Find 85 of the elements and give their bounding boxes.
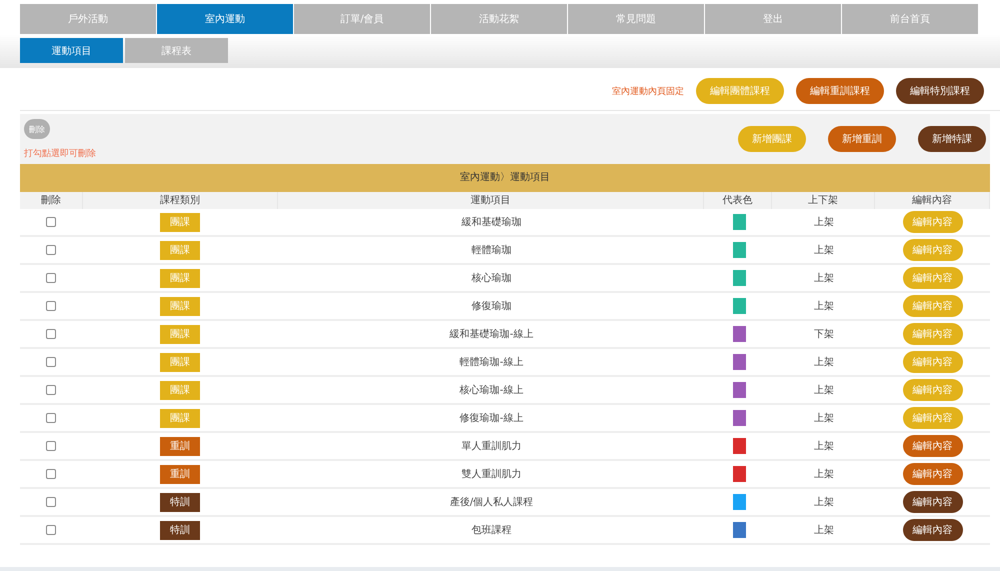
edit-content-button[interactable]: 編輯內容 — [902, 519, 962, 541]
column-header: 運動項目 — [278, 192, 704, 209]
checkbox[interactable] — [46, 525, 56, 535]
checkbox[interactable] — [46, 301, 56, 311]
table-cell-text: 上架 — [814, 524, 834, 537]
category-tag: 重訓 — [160, 436, 200, 456]
nav-tab[interactable]: 訂單/會員 — [294, 4, 430, 34]
edit-content-button[interactable]: 編輯內容 — [902, 239, 962, 261]
checkbox[interactable] — [46, 469, 56, 479]
sub-tab[interactable]: 課程表 — [125, 38, 228, 63]
category-tag: 團課 — [160, 408, 200, 428]
table-cell-text: 包班課程 — [472, 524, 512, 537]
table-cell-text: 上架 — [814, 272, 834, 285]
category-tag: 團課 — [160, 212, 200, 232]
delete-button[interactable]: 刪除 — [24, 119, 50, 139]
table-cell-text: 輕體瑜珈-線上 — [460, 356, 524, 369]
checkbox[interactable] — [46, 357, 56, 367]
edit-content-button[interactable]: 編輯內容 — [902, 435, 962, 457]
table-cell-text: 緩和基礎瑜珈 — [462, 216, 522, 229]
column-header: 課程類別 — [82, 192, 278, 209]
edit-content-button[interactable]: 編輯內容 — [902, 491, 962, 513]
table-cell-text: 上架 — [814, 440, 834, 453]
table-cell-text: 上架 — [814, 412, 834, 425]
table-cell-text: 上架 — [814, 356, 834, 369]
table-cell-text: 核心瑜珈 — [472, 272, 512, 285]
table-cell-text: 上架 — [814, 244, 834, 257]
category-tag: 團課 — [160, 352, 200, 372]
nav-tab[interactable]: 常見問題 — [568, 4, 704, 34]
checkbox[interactable] — [46, 245, 56, 255]
category-tag: 團課 — [160, 240, 200, 260]
category-tag: 團課 — [160, 324, 200, 344]
edit-content-button[interactable]: 編輯內容 — [902, 463, 962, 485]
category-tag: 團課 — [160, 380, 200, 400]
edit-courses-button[interactable]: 編輯團體課程 — [696, 78, 784, 104]
nav-tab[interactable]: 登出 — [705, 4, 841, 34]
table-cell-text: 核心瑜珈-線上 — [460, 384, 524, 397]
table-cell-text: 雙人重訓肌力 — [462, 468, 522, 481]
table-cell-text: 上架 — [814, 300, 834, 313]
nav-tab[interactable]: 前台首頁 — [842, 4, 978, 34]
table-cell-text: 緩和基礎瑜珈-線上 — [450, 328, 534, 341]
category-tag: 特訓 — [160, 520, 200, 540]
table-cell-text: 輕體瑜珈 — [472, 244, 512, 257]
table-cell-text: 單人重訓肌力 — [462, 440, 522, 453]
column-header: 代表色 — [704, 192, 772, 209]
edit-content-button[interactable]: 編輯內容 — [902, 351, 962, 373]
table-cell-text: 下架 — [814, 328, 834, 341]
delete-hint: 打勾點選即可刪除 — [24, 148, 96, 160]
table-cell-text: 上架 — [814, 216, 834, 229]
nav-tab[interactable]: 戶外活動 — [20, 4, 156, 34]
category-tag: 團課 — [160, 268, 200, 288]
checkbox[interactable] — [46, 385, 56, 395]
checkbox[interactable] — [46, 217, 56, 227]
table-cell-text: 上架 — [814, 468, 834, 481]
table-cell-text: 修復瑜珈 — [472, 300, 512, 313]
column-header: 刪除 — [20, 192, 83, 209]
nav-tab[interactable]: 活動花絮 — [431, 4, 567, 34]
fixed-page-note: 室內運動內頁固定 — [612, 86, 684, 98]
table-cell-text: 修復瑜珈-線上 — [460, 412, 524, 425]
table-cell-text: 產後/個人私人課程 — [450, 496, 534, 509]
add-course-button[interactable]: 新增團課 — [738, 126, 806, 152]
edit-content-button[interactable]: 編輯內容 — [902, 295, 962, 317]
checkbox[interactable] — [46, 413, 56, 423]
checkbox[interactable] — [46, 273, 56, 283]
checkbox[interactable] — [46, 441, 56, 451]
edit-content-button[interactable]: 編輯內容 — [902, 379, 962, 401]
nav-tab[interactable]: 室內運動 — [157, 4, 293, 34]
category-tag: 團課 — [160, 296, 200, 316]
column-header: 上下架 — [772, 192, 875, 209]
add-course-button[interactable]: 新增重訓 — [828, 126, 896, 152]
checkbox[interactable] — [46, 497, 56, 507]
edit-content-button[interactable]: 編輯內容 — [902, 323, 962, 345]
sub-tab[interactable]: 運動項目 — [20, 38, 123, 63]
add-course-button[interactable]: 新增特課 — [918, 126, 986, 152]
edit-courses-button[interactable]: 編輯重訓課程 — [796, 78, 884, 104]
column-header: 編輯內容 — [874, 192, 990, 209]
edit-content-button[interactable]: 編輯內容 — [902, 267, 962, 289]
table-cell-text: 上架 — [814, 384, 834, 397]
category-tag: 特訓 — [160, 492, 200, 512]
checkbox[interactable] — [46, 329, 56, 339]
edit-courses-button[interactable]: 編輯特別課程 — [896, 78, 984, 104]
edit-content-button[interactable]: 編輯內容 — [902, 407, 962, 429]
edit-content-button[interactable]: 編輯內容 — [902, 211, 962, 233]
table-cell-text: 上架 — [814, 496, 834, 509]
table-title: 室內運動〉運動項目 — [20, 164, 990, 192]
category-tag: 重訓 — [160, 464, 200, 484]
